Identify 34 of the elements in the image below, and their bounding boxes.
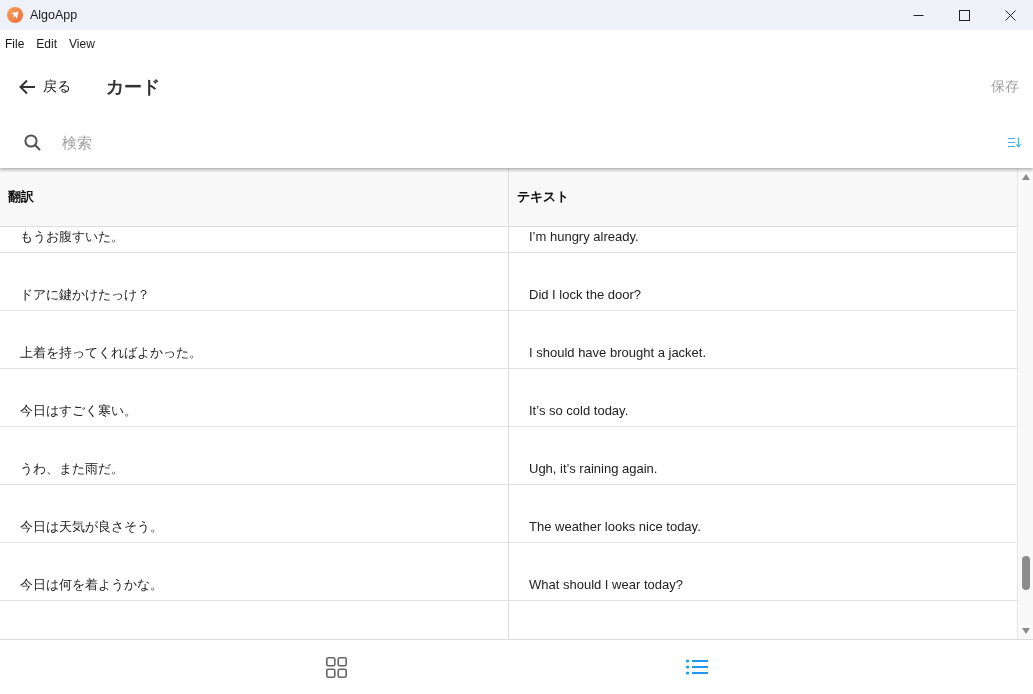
column-heading: 翻訳 — [8, 188, 34, 206]
phrase-text: What should I wear today? — [529, 576, 683, 594]
column-heading: テキスト — [517, 188, 569, 206]
translation-text: もうお腹すいた。 — [20, 228, 124, 246]
translation-text: 今日は天気が良さそう。 — [20, 518, 163, 536]
translation-text: 今日はすごく寒い。 — [20, 402, 137, 420]
phrase-text: Ugh, it’s raining again. — [529, 460, 658, 478]
translation-text: ドアに鍵かけたっけ？ — [20, 286, 150, 304]
back-button[interactable]: 戻る — [18, 78, 71, 96]
phrase-text: I should have brought a jacket. — [529, 344, 707, 362]
logo-icon — [7, 7, 23, 23]
scroll-down-icon[interactable] — [1021, 628, 1030, 634]
menu-item[interactable]: Edit — [36, 37, 58, 51]
window-title: AlgoApp — [30, 8, 78, 22]
translation-text: 上着を持ってくればよかった。 — [20, 344, 202, 362]
back-arrow-icon — [18, 79, 36, 95]
menu-item[interactable]: View — [69, 37, 95, 51]
translation-text: 今日は何を着ようかな。 — [20, 576, 163, 594]
list-icon[interactable] — [685, 659, 708, 675]
scroll-up-icon[interactable] — [1021, 174, 1030, 180]
sort-icon[interactable] — [1008, 136, 1021, 148]
phrase-text: The weather looks nice today. — [529, 518, 701, 536]
maximize-icon — [958, 9, 970, 21]
scrollbar-thumb[interactable] — [1021, 556, 1030, 590]
search-icon — [24, 133, 41, 151]
phrase-text: I’m hungry already. — [529, 228, 639, 246]
grid-icon[interactable] — [326, 656, 347, 678]
phrase-text: Did I lock the door? — [529, 286, 641, 304]
phrase-text: It’s so cold today. — [529, 402, 629, 420]
close-icon — [1004, 9, 1016, 21]
translation-text: うわ、また雨だ。 — [20, 460, 124, 478]
page-title: カード — [106, 76, 160, 99]
menu-item[interactable]: File — [5, 37, 25, 51]
search-field[interactable]: 検索 — [62, 131, 1000, 153]
